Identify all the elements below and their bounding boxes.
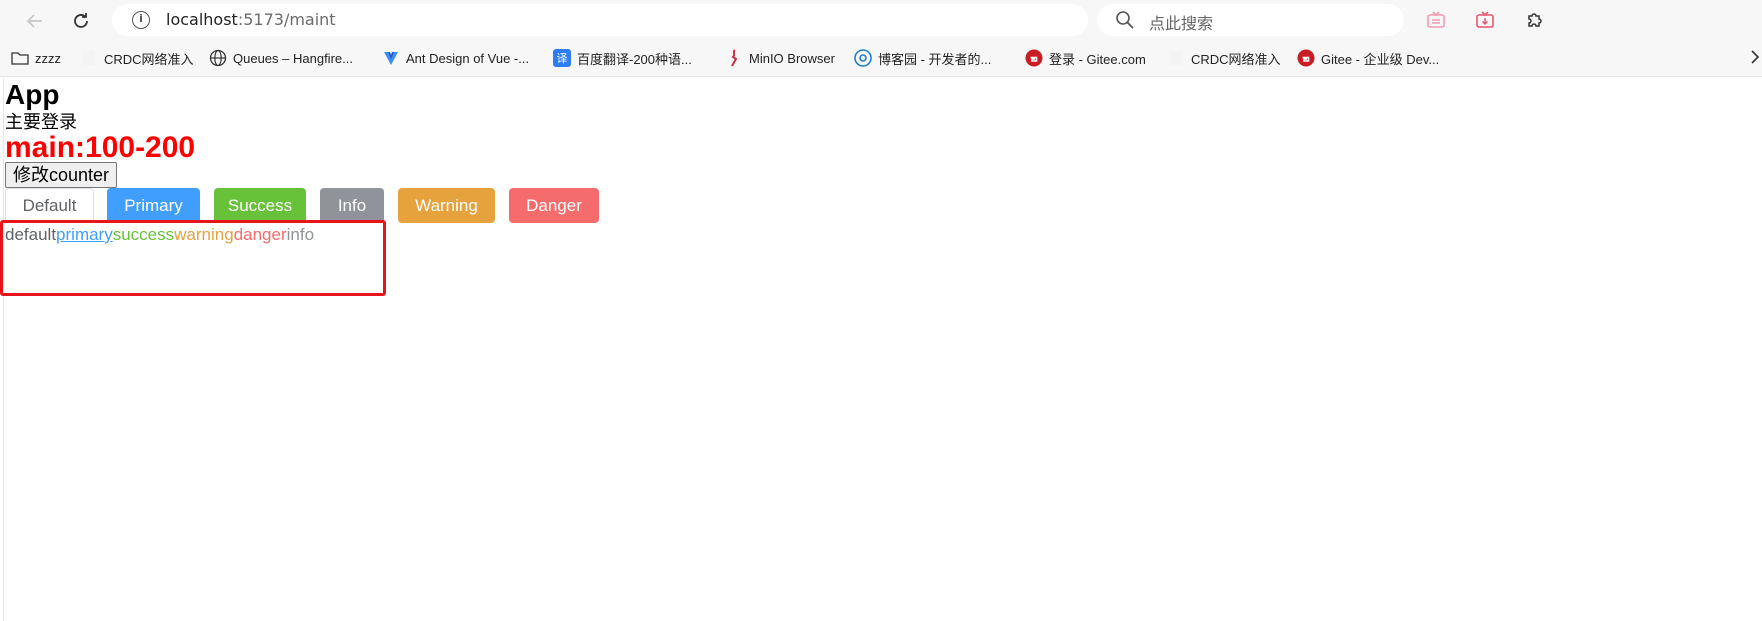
- url-host: localhost: [166, 10, 238, 29]
- tv-extension-icon[interactable]: [1425, 9, 1447, 31]
- minio-bird-icon: [725, 49, 743, 67]
- bookmark-gitee-login[interactable]: 登录 - Gitee.com: [1025, 48, 1146, 68]
- bookmark-cnblogs[interactable]: 博客园 - 开发者的...: [854, 48, 991, 68]
- bookmark-antdv[interactable]: Ant Design of Vue -...: [382, 48, 529, 68]
- info-button[interactable]: Info: [320, 188, 384, 223]
- bookmark-label: Ant Design of Vue -...: [406, 50, 530, 66]
- bookmarks-bar: zzzz CRDC网络准入 Queues – Hangfire... Ant D…: [0, 40, 1762, 77]
- main-range-heading: main:100-200: [5, 131, 196, 164]
- browser-toolbar: i localhost:5173/maint 点此搜索: [0, 0, 1762, 40]
- search-placeholder: 点此搜索: [1149, 14, 1214, 33]
- bookmark-label: zzzz: [35, 50, 61, 66]
- bookmark-gitee-enterprise[interactable]: Gitee - 企业级 Dev...: [1297, 48, 1439, 68]
- page-content: App 主要登录 main:100-200 修改counter Default …: [0, 78, 1762, 621]
- bookmark-label: 登录 - Gitee.com: [1049, 51, 1146, 67]
- baidu-translate-icon: 译: [553, 49, 571, 67]
- url-text[interactable]: localhost:5173/maint: [166, 10, 336, 29]
- bookmark-label: CRDC网络准入: [104, 51, 194, 67]
- bookmark-label: 百度翻译-200种语...: [577, 51, 692, 67]
- search-icon: [1116, 11, 1134, 29]
- tv-download-extension-icon[interactable]: [1474, 9, 1496, 31]
- blank-page-icon: [1167, 49, 1185, 67]
- bookmark-label: 博客园 - 开发者的...: [878, 51, 992, 67]
- bookmark-label: CRDC网络准入: [1191, 51, 1281, 67]
- red-annotation-box: [0, 220, 386, 296]
- address-bar[interactable]: i localhost:5173/maint: [112, 4, 1191, 36]
- bookmark-baidu-translate[interactable]: 译 百度翻译-200种语...: [553, 48, 692, 68]
- bookmark-minio[interactable]: MinIO Browser: [725, 48, 835, 68]
- bookmark-zzzz[interactable]: zzzz: [11, 48, 61, 68]
- reload-icon[interactable]: [66, 6, 96, 36]
- folder-icon: [11, 49, 29, 67]
- gitee-icon: [1025, 49, 1043, 67]
- gitee-icon: [1297, 49, 1315, 67]
- bookmark-label: Gitee - 企业级 Dev...: [1321, 51, 1440, 67]
- search-bar[interactable]: 点此搜索: [1097, 4, 1404, 36]
- app-title: App: [5, 79, 60, 110]
- bookmarks-overflow-chevron-icon[interactable]: [1748, 48, 1762, 70]
- bookmark-crdc-1[interactable]: CRDC网络准入: [80, 48, 194, 68]
- bookmark-crdc-2[interactable]: CRDC网络准入: [1167, 48, 1281, 68]
- cnblogs-icon: [854, 49, 872, 67]
- default-button[interactable]: Default: [5, 188, 94, 223]
- extensions-puzzle-icon[interactable]: [1524, 9, 1546, 31]
- bookmark-hangfire[interactable]: Queues – Hangfire...: [209, 48, 353, 68]
- blank-page-icon: [80, 49, 98, 67]
- danger-button[interactable]: Danger: [509, 188, 599, 223]
- bookmark-label: Queues – Hangfire...: [233, 50, 353, 66]
- warning-button[interactable]: Warning: [398, 188, 495, 223]
- globe-icon: [209, 49, 227, 67]
- success-button[interactable]: Success: [214, 188, 306, 223]
- bookmark-label: MinIO Browser: [749, 50, 835, 66]
- back-arrow-icon[interactable]: [20, 6, 50, 36]
- antdv-logo-icon: [382, 49, 400, 67]
- site-info-icon[interactable]: i: [132, 11, 150, 29]
- modify-counter-button[interactable]: 修改counter: [5, 162, 118, 188]
- primary-button[interactable]: Primary: [107, 188, 200, 223]
- url-path: :5173/maint: [237, 10, 336, 29]
